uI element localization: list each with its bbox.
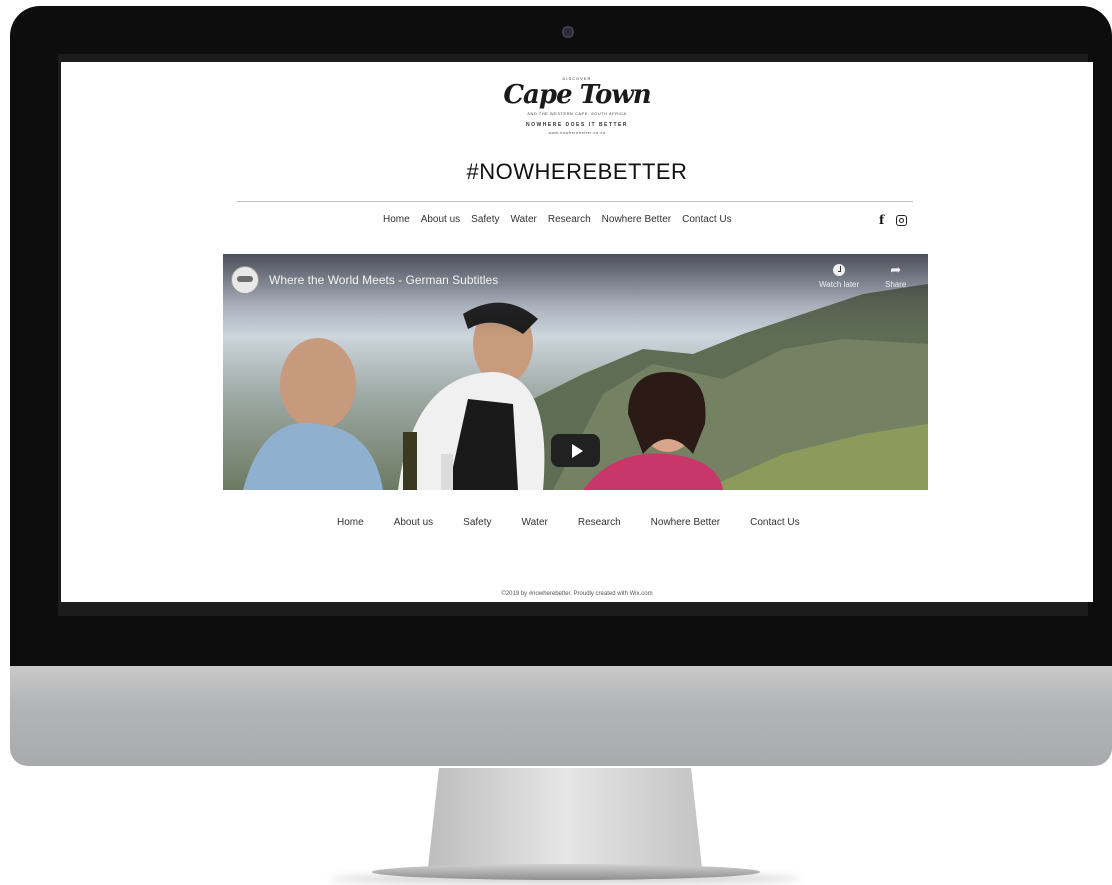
- footer-nav-water[interactable]: Water: [522, 517, 548, 528]
- instagram-icon[interactable]: [896, 214, 908, 226]
- nav-research[interactable]: Research: [548, 214, 591, 225]
- monitor-stand-base: [372, 864, 760, 880]
- social-links: f: [879, 213, 908, 227]
- logo-url: www.nowherebetter.co.za: [548, 130, 606, 135]
- play-button[interactable]: [551, 434, 600, 467]
- share-button[interactable]: ➦ Share: [885, 262, 907, 289]
- share-label: Share: [885, 280, 907, 289]
- nav-contact-us[interactable]: Contact Us: [682, 214, 731, 225]
- monitor-stand: [428, 768, 702, 868]
- logo-script: Cape Town: [503, 80, 651, 110]
- webcam-icon: [562, 26, 574, 38]
- watch-later-label: Watch later: [819, 280, 860, 289]
- watch-later-button[interactable]: Watch later: [819, 264, 859, 289]
- nav-water[interactable]: Water: [511, 214, 537, 225]
- video-title[interactable]: Where the World Meets - German Subtitles: [269, 273, 498, 287]
- facebook-icon[interactable]: f: [879, 213, 884, 227]
- clock-icon: [833, 264, 846, 276]
- nav-home[interactable]: Home: [383, 214, 410, 225]
- nav-safety[interactable]: Safety: [471, 214, 499, 225]
- monitor-chin: [10, 666, 1112, 766]
- footer-nav-nowhere-better[interactable]: Nowhere Better: [651, 517, 720, 528]
- top-nav: Home About us Safety Water Research Nowh…: [383, 214, 732, 225]
- nav-about-us[interactable]: About us: [421, 214, 460, 225]
- page-title: #NOWHEREBETTER: [466, 159, 688, 184]
- share-icon: ➦: [890, 262, 902, 277]
- footer-nav-about-us[interactable]: About us: [394, 517, 433, 528]
- footer-nav-contact-us[interactable]: Contact Us: [750, 517, 799, 528]
- bottom-nav: Home About us Safety Water Research Nowh…: [337, 517, 800, 528]
- website: DISCOVER Cape Town AND THE WESTERN CAPE,…: [61, 62, 1093, 602]
- video-header: Where the World Meets - German Subtitles: [231, 266, 498, 294]
- video-player[interactable]: Where the World Meets - German Subtitles…: [223, 254, 928, 490]
- channel-avatar[interactable]: [231, 266, 259, 294]
- footer-nav-home[interactable]: Home: [337, 517, 364, 528]
- logo-slogan: NOWHERE DOES IT BETTER: [526, 122, 628, 128]
- logo-tagline: AND THE WESTERN CAPE, SOUTH AFRICA: [527, 111, 627, 116]
- footer-nav-research[interactable]: Research: [578, 517, 621, 528]
- cape-town-logo[interactable]: DISCOVER Cape Town AND THE WESTERN CAPE,…: [61, 76, 1093, 135]
- header-divider: [237, 201, 913, 202]
- footer-copyright: ©2019 by #nowherebetter. Proudly created…: [501, 591, 653, 597]
- nav-nowhere-better[interactable]: Nowhere Better: [602, 214, 671, 225]
- footer-nav-safety[interactable]: Safety: [463, 517, 491, 528]
